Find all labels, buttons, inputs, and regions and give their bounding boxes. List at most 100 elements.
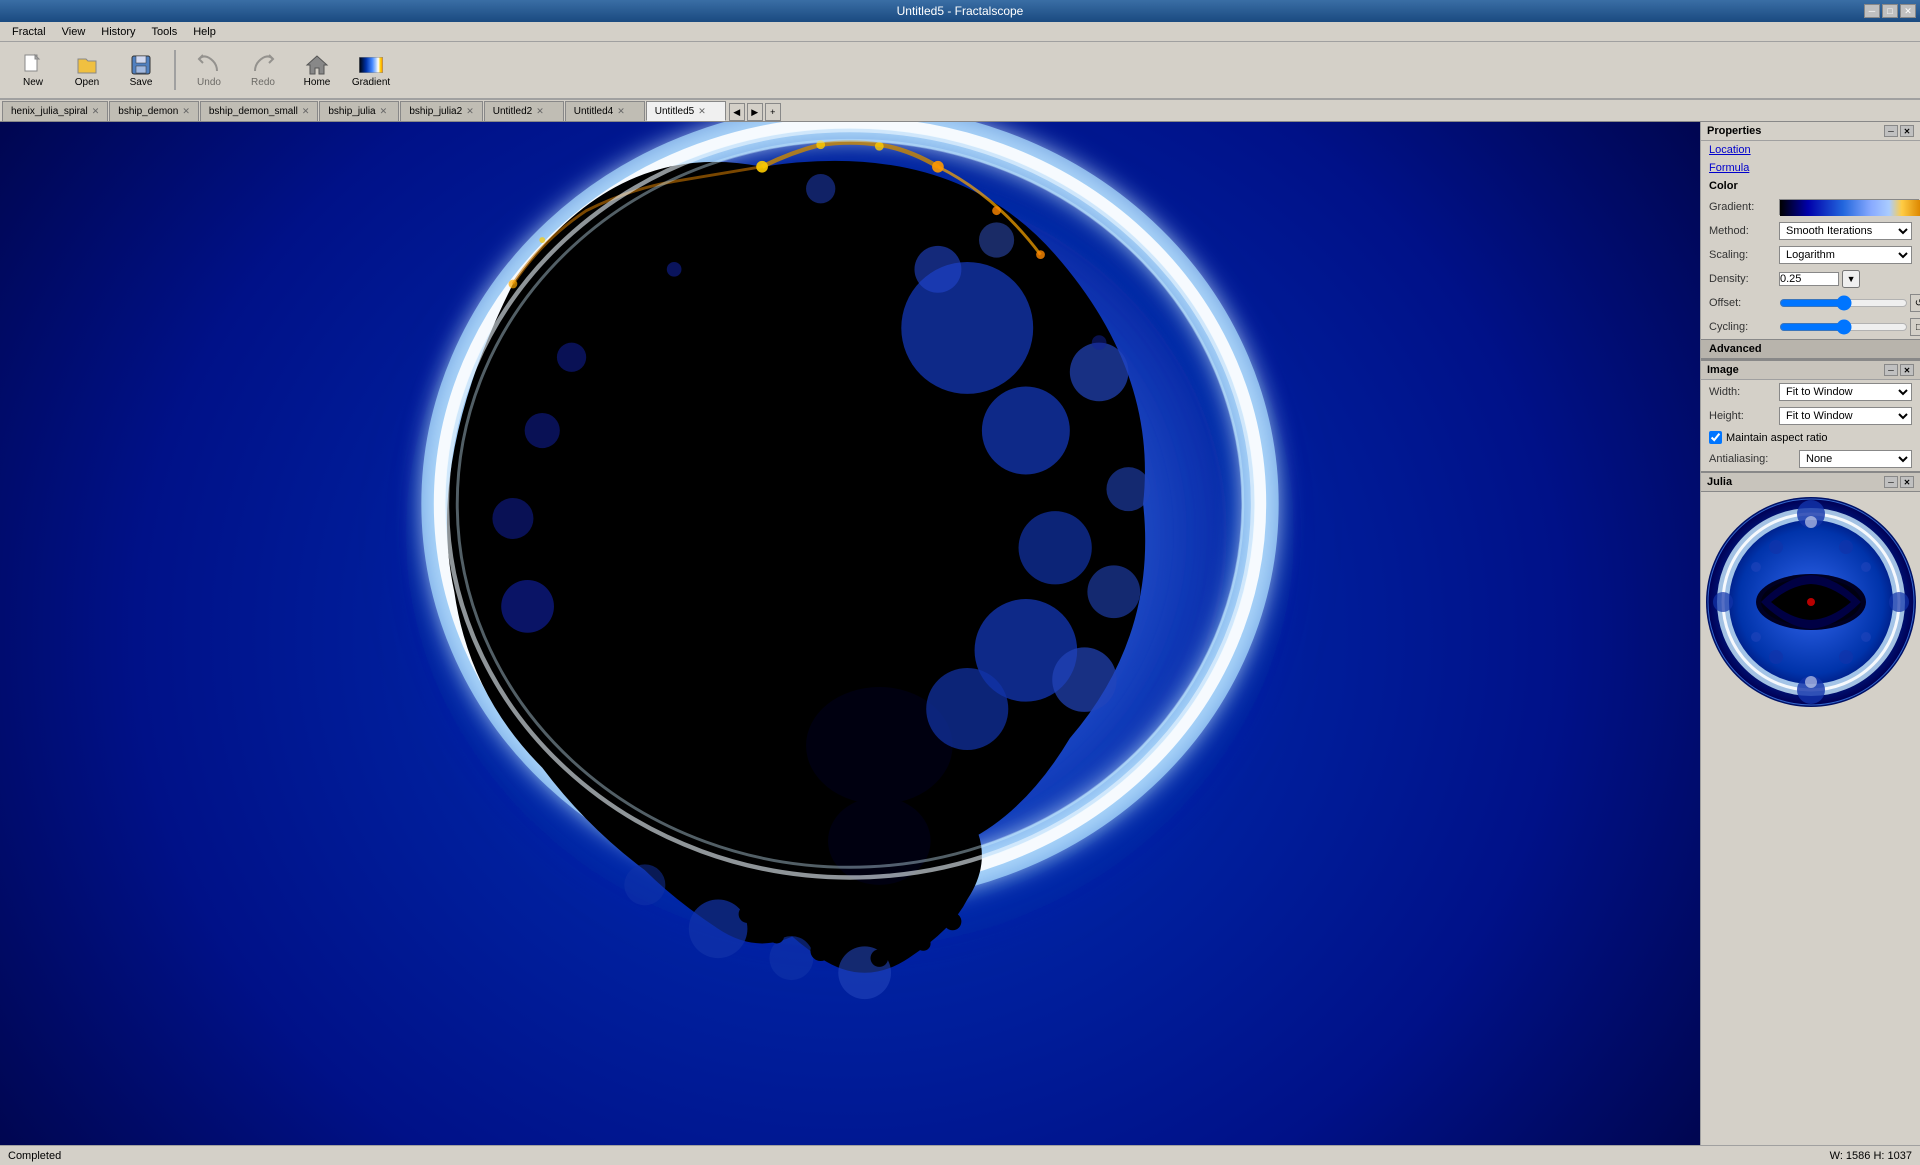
cycling-slider[interactable] (1779, 319, 1908, 335)
tab-close-6[interactable]: ✕ (536, 106, 544, 117)
julia-minimize[interactable]: ─ (1884, 476, 1898, 488)
height-select[interactable]: Fit to Window 600 768 1024 1080 (1779, 407, 1912, 425)
width-select[interactable]: Fit to Window 800 1024 1280 1920 (1779, 383, 1912, 401)
method-label: Method: (1709, 225, 1779, 237)
maintain-aspect-checkbox[interactable] (1709, 431, 1722, 444)
toolbar-sep-1 (174, 50, 176, 90)
tab-bship-demon[interactable]: bship_demon ✕ (109, 101, 199, 121)
cycling-reset-button[interactable]: □ (1910, 318, 1920, 336)
main-area: Properties ─ ✕ Location Formula Color Gr… (0, 122, 1920, 1145)
undo-label: Undo (197, 77, 221, 88)
new-button[interactable]: New (8, 45, 58, 95)
tab-close-2[interactable]: ✕ (182, 106, 190, 117)
antialiasing-row: Antialiasing: None 2x 4x 8x (1701, 447, 1920, 471)
scaling-select[interactable]: Logarithm Linear Square Root (1779, 246, 1912, 264)
offset-slider[interactable] (1779, 295, 1908, 311)
tab-close-1[interactable]: ✕ (92, 106, 100, 117)
tab-prev-button[interactable]: ◀ (729, 103, 745, 121)
offset-slider-container: ↺ (1779, 294, 1920, 312)
formula-link[interactable]: Formula (1701, 159, 1920, 177)
properties-header: Properties ─ ✕ (1701, 122, 1920, 141)
tab-close-4[interactable]: ✕ (380, 106, 388, 117)
tab-label: Untitled2 (493, 106, 532, 117)
menubar: Fractal View History Tools Help (0, 22, 1920, 42)
scaling-row: Scaling: Logarithm Linear Square Root (1701, 243, 1920, 267)
tab-close-8[interactable]: ✕ (698, 106, 706, 117)
tab-close-7[interactable]: ✕ (617, 106, 625, 117)
gradient-button[interactable]: Gradient (346, 45, 396, 95)
location-link[interactable]: Location (1701, 141, 1920, 159)
minimize-button[interactable]: ─ (1864, 4, 1880, 18)
menu-view[interactable]: View (54, 24, 94, 40)
open-button[interactable]: Open (62, 45, 112, 95)
tab-untitled5[interactable]: Untitled5 ✕ (646, 101, 726, 121)
tab-bship-julia[interactable]: bship_julia ✕ (319, 101, 399, 121)
julia-close[interactable]: ✕ (1900, 476, 1914, 488)
gradient-row: Gradient: (1701, 195, 1920, 219)
properties-panel: Properties ─ ✕ Location Formula Color Gr… (1700, 122, 1920, 1145)
redo-button[interactable]: Redo (238, 45, 288, 95)
gradient-bar[interactable] (1779, 199, 1919, 215)
tab-navigation: ◀ ▶ + (729, 103, 781, 121)
redo-label: Redo (251, 77, 275, 88)
tab-bship-demon-small[interactable]: bship_demon_small ✕ (200, 101, 319, 121)
width-select-container[interactable]: Fit to Window 800 1024 1280 1920 (1779, 383, 1912, 401)
antialiasing-select-container[interactable]: None 2x 4x 8x (1799, 450, 1912, 468)
scaling-select-container[interactable]: Logarithm Linear Square Root (1779, 246, 1912, 264)
tab-new-button[interactable]: + (765, 103, 781, 121)
close-button[interactable]: ✕ (1900, 4, 1916, 18)
tab-henix-julia-spiral[interactable]: henix_julia_spiral ✕ (2, 101, 108, 121)
undo-icon (197, 53, 221, 77)
home-icon (305, 53, 329, 77)
gradient-icon (359, 53, 383, 77)
advanced-label: Advanced (1709, 343, 1762, 355)
julia-preview[interactable] (1706, 497, 1916, 707)
properties-header-controls: ─ ✕ (1884, 125, 1914, 137)
home-button[interactable]: Home (292, 45, 342, 95)
density-row: Density: ▼ (1701, 267, 1920, 291)
tab-close-3[interactable]: ✕ (302, 106, 310, 117)
tab-next-button[interactable]: ▶ (747, 103, 763, 121)
tab-untitled4[interactable]: Untitled4 ✕ (565, 101, 645, 121)
julia-panel: Julia ─ ✕ (1701, 471, 1920, 707)
density-spinner[interactable]: ▼ (1842, 270, 1860, 288)
julia-svg (1706, 497, 1916, 707)
maintain-aspect-label: Maintain aspect ratio (1726, 432, 1828, 444)
save-button[interactable]: Save (116, 45, 166, 95)
tab-close-5[interactable]: ✕ (466, 106, 474, 117)
properties-minimize-button[interactable]: ─ (1884, 125, 1898, 137)
new-label: New (23, 77, 43, 88)
menu-fractal[interactable]: Fractal (4, 24, 54, 40)
method-select[interactable]: Smooth Iterations Iteration Count Distan… (1779, 222, 1912, 240)
maximize-button[interactable]: □ (1882, 4, 1898, 18)
statusbar: Completed W: 1586 H: 1037 (0, 1145, 1920, 1165)
image-panel-minimize[interactable]: ─ (1884, 364, 1898, 376)
titlebar-controls[interactable]: ─ □ ✕ (1864, 4, 1916, 18)
antialiasing-select[interactable]: None 2x 4x 8x (1799, 450, 1912, 468)
density-input[interactable] (1779, 272, 1839, 286)
save-icon (129, 53, 153, 77)
julia-controls: ─ ✕ (1884, 476, 1914, 488)
status-text: Completed (8, 1150, 61, 1162)
tab-bship-julia2[interactable]: bship_julia2 ✕ (400, 101, 482, 121)
menu-tools[interactable]: Tools (144, 24, 186, 40)
menu-help[interactable]: Help (185, 24, 224, 40)
density-input-container[interactable]: ▼ (1779, 270, 1912, 288)
properties-close-button[interactable]: ✕ (1900, 125, 1914, 137)
height-label: Height: (1709, 410, 1779, 422)
menu-history[interactable]: History (93, 24, 143, 40)
julia-header: Julia ─ ✕ (1701, 473, 1920, 492)
method-row: Method: Smooth Iterations Iteration Coun… (1701, 219, 1920, 243)
width-row: Width: Fit to Window 800 1024 1280 1920 (1701, 380, 1920, 404)
open-label: Open (75, 77, 99, 88)
image-panel-close[interactable]: ✕ (1900, 364, 1914, 376)
tab-label: bship_julia (328, 106, 375, 117)
height-select-container[interactable]: Fit to Window 600 768 1024 1080 (1779, 407, 1912, 425)
undo-button[interactable]: Undo (184, 45, 234, 95)
method-select-container[interactable]: Smooth Iterations Iteration Count Distan… (1779, 222, 1912, 240)
canvas-area[interactable] (0, 122, 1700, 1145)
offset-reset-button[interactable]: ↺ (1910, 294, 1920, 312)
tab-untitled2[interactable]: Untitled2 ✕ (484, 101, 564, 121)
gradient-label: Gradient (352, 77, 390, 88)
offset-label: Offset: (1709, 297, 1779, 309)
